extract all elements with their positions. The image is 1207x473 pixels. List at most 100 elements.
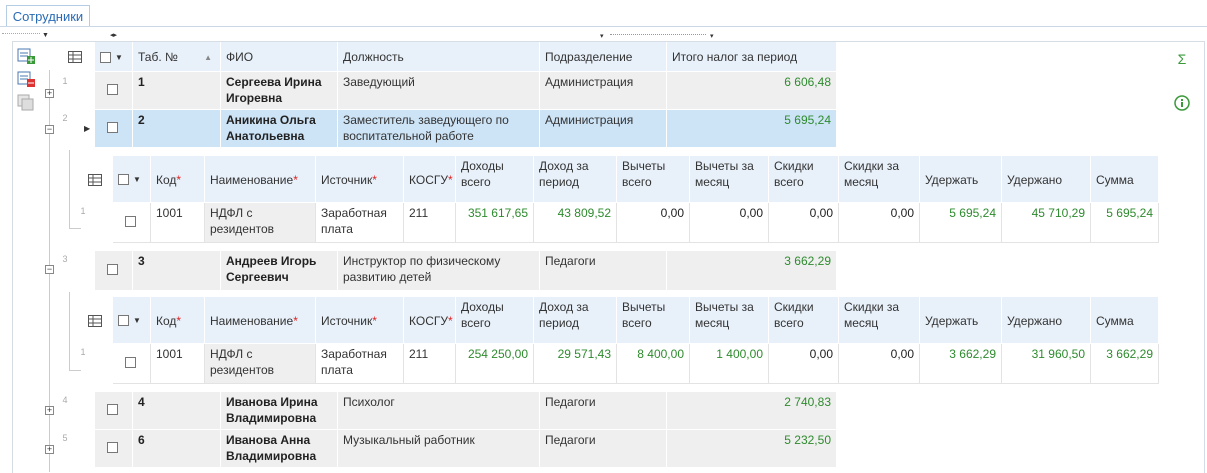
add-row-button[interactable] [16, 47, 36, 65]
row-checkbox[interactable] [107, 84, 118, 95]
name-cell[interactable]: НДФЛ с резидентов [205, 203, 316, 243]
column-header-withheld[interactable]: Удержано [1002, 156, 1091, 203]
income-period-cell[interactable]: 29 571,43 [534, 344, 617, 384]
grid-settings-icon[interactable] [88, 315, 102, 327]
column-header-discounts-month[interactable]: Скидки за месяц [839, 156, 920, 203]
select-all-checkbox[interactable] [100, 52, 111, 63]
grid-settings-icon[interactable] [68, 51, 82, 63]
column-header-income-period[interactable]: Доход за период [534, 297, 617, 344]
column-header-code[interactable]: Код* [151, 297, 205, 344]
row-number: 2 [62, 113, 68, 123]
column-header-kosgu[interactable]: КОСГУ* [404, 156, 456, 203]
collapse-row-button[interactable]: − [45, 125, 54, 134]
copy-row-button[interactable] [16, 93, 36, 111]
row-checkbox[interactable] [107, 442, 118, 453]
column-header-discounts-total[interactable]: Скидки всего [769, 297, 839, 344]
chevron-down-icon[interactable]: ▼ [133, 313, 141, 329]
column-header-income-total[interactable]: Доходы всего [456, 156, 534, 203]
column-header-code[interactable]: Код* [151, 156, 205, 203]
delete-row-button[interactable] [16, 70, 36, 88]
column-header-source[interactable]: Источник* [316, 156, 404, 203]
column-header-fio[interactable]: ФИО [221, 42, 338, 72]
withheld-cell[interactable]: 31 960,50 [1002, 344, 1091, 384]
source-cell[interactable]: Заработная плата [316, 203, 404, 243]
employee-name: Иванова Ирина Владимировна [221, 392, 338, 430]
name-cell[interactable]: НДФЛ с резидентов [205, 344, 316, 384]
column-header-total[interactable]: Итого налог за период [667, 42, 837, 72]
row-checkbox[interactable] [125, 357, 136, 368]
withheld-cell[interactable]: 45 710,29 [1002, 203, 1091, 243]
kosgu-cell[interactable]: 211 [404, 203, 456, 243]
code-cell[interactable]: 1001 [151, 344, 205, 384]
column-header-tab-no[interactable]: Таб. № ▲ [133, 42, 221, 72]
column-header-position[interactable]: Должность [338, 42, 540, 72]
chevron-down-icon[interactable]: ▼ [133, 172, 141, 188]
column-range-marker[interactable]: ▾ ▾ [600, 33, 720, 40]
to-withhold-cell[interactable]: 5 695,24 [920, 203, 1002, 243]
select-all-checkbox[interactable] [118, 315, 129, 326]
column-header-deductions-month[interactable]: Вычеты за месяц [690, 156, 769, 203]
income-total-cell[interactable]: 351 617,65 [456, 203, 534, 243]
column-header-deductions-total[interactable]: Вычеты всего [617, 297, 690, 344]
row-checkbox[interactable] [107, 264, 118, 275]
tab-number: 1 [133, 72, 221, 110]
select-all-checkbox[interactable] [118, 174, 129, 185]
income-period-cell[interactable]: 43 809,52 [534, 203, 617, 243]
info-icon[interactable] [1172, 94, 1192, 112]
expand-row-button[interactable]: + [45, 445, 54, 454]
employee-total: 2 740,83 [667, 392, 837, 430]
splitter-handle[interactable]: ▼ [2, 32, 50, 39]
column-header-to-withhold[interactable]: Удержать [920, 297, 1002, 344]
row-number: 1 [80, 206, 86, 216]
column-header-source[interactable]: Источник* [316, 297, 404, 344]
expand-row-button[interactable]: + [45, 406, 54, 415]
deductions-total-cell[interactable]: 0,00 [617, 203, 690, 243]
discounts-month-cell[interactable]: 0,00 [839, 344, 920, 384]
employee-name: Иванова Анна Владимировна [221, 430, 338, 468]
grid-settings-icon[interactable] [88, 174, 102, 186]
deductions-month-cell[interactable]: 1 400,00 [690, 344, 769, 384]
column-header-sum[interactable]: Сумма [1091, 156, 1159, 203]
column-header-dept[interactable]: Подразделение [540, 42, 667, 72]
row-checkbox[interactable] [107, 122, 118, 133]
expand-row-button[interactable]: + [45, 89, 54, 98]
column-header-discounts-total[interactable]: Скидки всего [769, 156, 839, 203]
collapse-row-button[interactable]: − [45, 265, 54, 274]
chevron-down-icon[interactable]: ▼ [115, 50, 123, 66]
employee-total: 5 695,24 [667, 110, 837, 148]
column-label: Таб. № [138, 50, 178, 64]
sum-cell[interactable]: 5 695,24 [1091, 203, 1159, 243]
sum-cell[interactable]: 3 662,29 [1091, 344, 1159, 384]
column-header-name[interactable]: Наименование* [205, 297, 316, 344]
row-checkbox[interactable] [125, 216, 136, 227]
current-row-indicator-icon: ▶ [84, 124, 91, 133]
kosgu-cell[interactable]: 211 [404, 344, 456, 384]
discounts-total-cell[interactable]: 0,00 [769, 203, 839, 243]
source-cell[interactable]: Заработная плата [316, 344, 404, 384]
discounts-total-cell[interactable]: 0,00 [769, 344, 839, 384]
column-header-sum[interactable]: Сумма [1091, 297, 1159, 344]
column-header-deductions-total[interactable]: Вычеты всего [617, 156, 690, 203]
column-header-discounts-month[interactable]: Скидки за месяц [839, 297, 920, 344]
column-label: Должность [343, 50, 404, 64]
code-cell[interactable]: 1001 [151, 203, 205, 243]
column-header-kosgu[interactable]: КОСГУ* [404, 297, 456, 344]
column-header-withheld[interactable]: Удержано [1002, 297, 1091, 344]
row-checkbox[interactable] [107, 404, 118, 415]
to-withhold-cell[interactable]: 3 662,29 [920, 344, 1002, 384]
sum-icon[interactable]: Σ [1172, 50, 1192, 68]
deductions-total-cell[interactable]: 8 400,00 [617, 344, 690, 384]
tab-employees[interactable]: Сотрудники [6, 5, 90, 27]
sort-asc-icon: ▲ [204, 53, 212, 62]
column-header-income-period[interactable]: Доход за период [534, 156, 617, 203]
column-resize-handle[interactable]: ◂▸ [110, 32, 126, 39]
column-header-deductions-month[interactable]: Вычеты за месяц [690, 297, 769, 344]
column-header-name[interactable]: Наименование* [205, 156, 316, 203]
discounts-month-cell[interactable]: 0,00 [839, 203, 920, 243]
column-header-income-total[interactable]: Доходы всего [456, 297, 534, 344]
employee-position: Заместитель заведующего по воспитательно… [338, 110, 540, 148]
deductions-month-cell[interactable]: 0,00 [690, 203, 769, 243]
column-header-to-withhold[interactable]: Удержать [920, 156, 1002, 203]
tab-divider [0, 26, 1207, 27]
income-total-cell[interactable]: 254 250,00 [456, 344, 534, 384]
